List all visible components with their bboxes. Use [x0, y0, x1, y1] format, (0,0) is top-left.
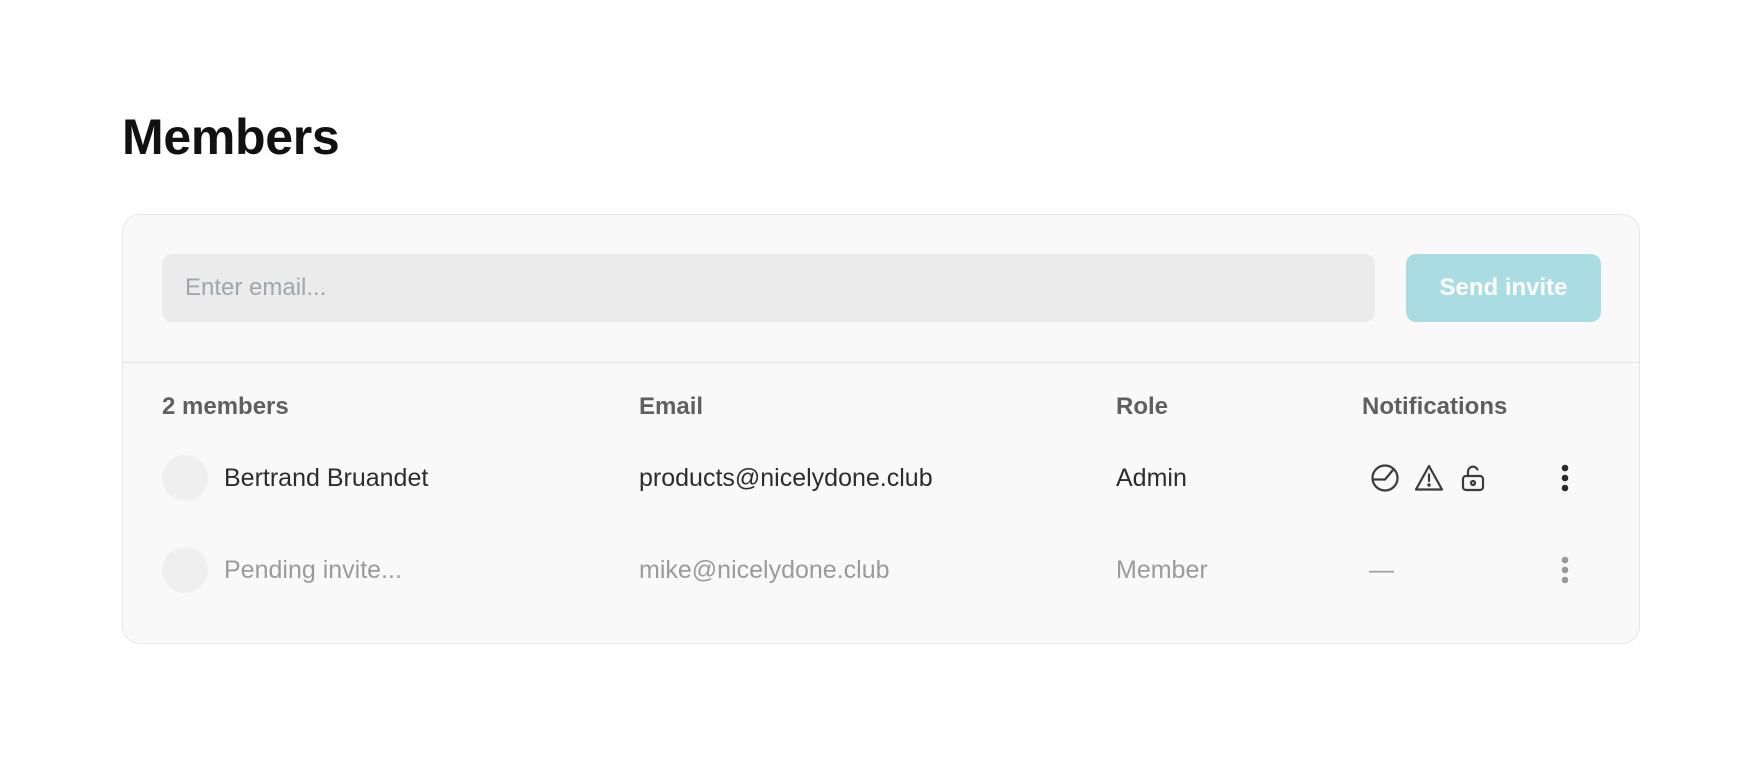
chart-icon[interactable]	[1369, 462, 1401, 494]
member-role: Admin	[1116, 464, 1187, 492]
avatar	[162, 547, 208, 593]
row-actions-button[interactable]	[1545, 458, 1585, 498]
email-column-header: Email	[639, 393, 704, 420]
table-row: Pending invite... mike@nicelydone.club M…	[123, 539, 1639, 601]
table-row: Bertrand Bruandet products@nicelydone.cl…	[123, 447, 1639, 509]
member-name: Pending invite...	[224, 556, 402, 584]
notification-icons	[1369, 462, 1489, 494]
avatar	[162, 455, 208, 501]
notifications-column-header: Notifications	[1362, 393, 1508, 420]
members-card: Send invite 2 members Email Role Notific…	[122, 214, 1640, 644]
member-email: products@nicelydone.club	[639, 464, 933, 492]
role-column-header: Role	[1116, 393, 1169, 420]
more-vertical-icon	[1561, 556, 1569, 584]
member-email: mike@nicelydone.club	[639, 556, 890, 584]
unlock-icon[interactable]	[1457, 462, 1489, 494]
member-role: Member	[1116, 556, 1208, 584]
more-vertical-icon	[1561, 464, 1569, 492]
invite-bar: Send invite	[123, 215, 1639, 363]
send-invite-button[interactable]: Send invite	[1406, 254, 1601, 322]
table-header: 2 members Email Role Notifications	[123, 387, 1639, 427]
warning-icon[interactable]	[1413, 462, 1445, 494]
member-name: Bertrand Bruandet	[224, 464, 429, 492]
invite-email-input[interactable]	[162, 254, 1375, 322]
row-actions-button[interactable]	[1545, 550, 1585, 590]
notifications-placeholder: —	[1369, 556, 1394, 584]
page-title: Members	[122, 109, 340, 165]
members-count-header: 2 members	[162, 393, 289, 420]
